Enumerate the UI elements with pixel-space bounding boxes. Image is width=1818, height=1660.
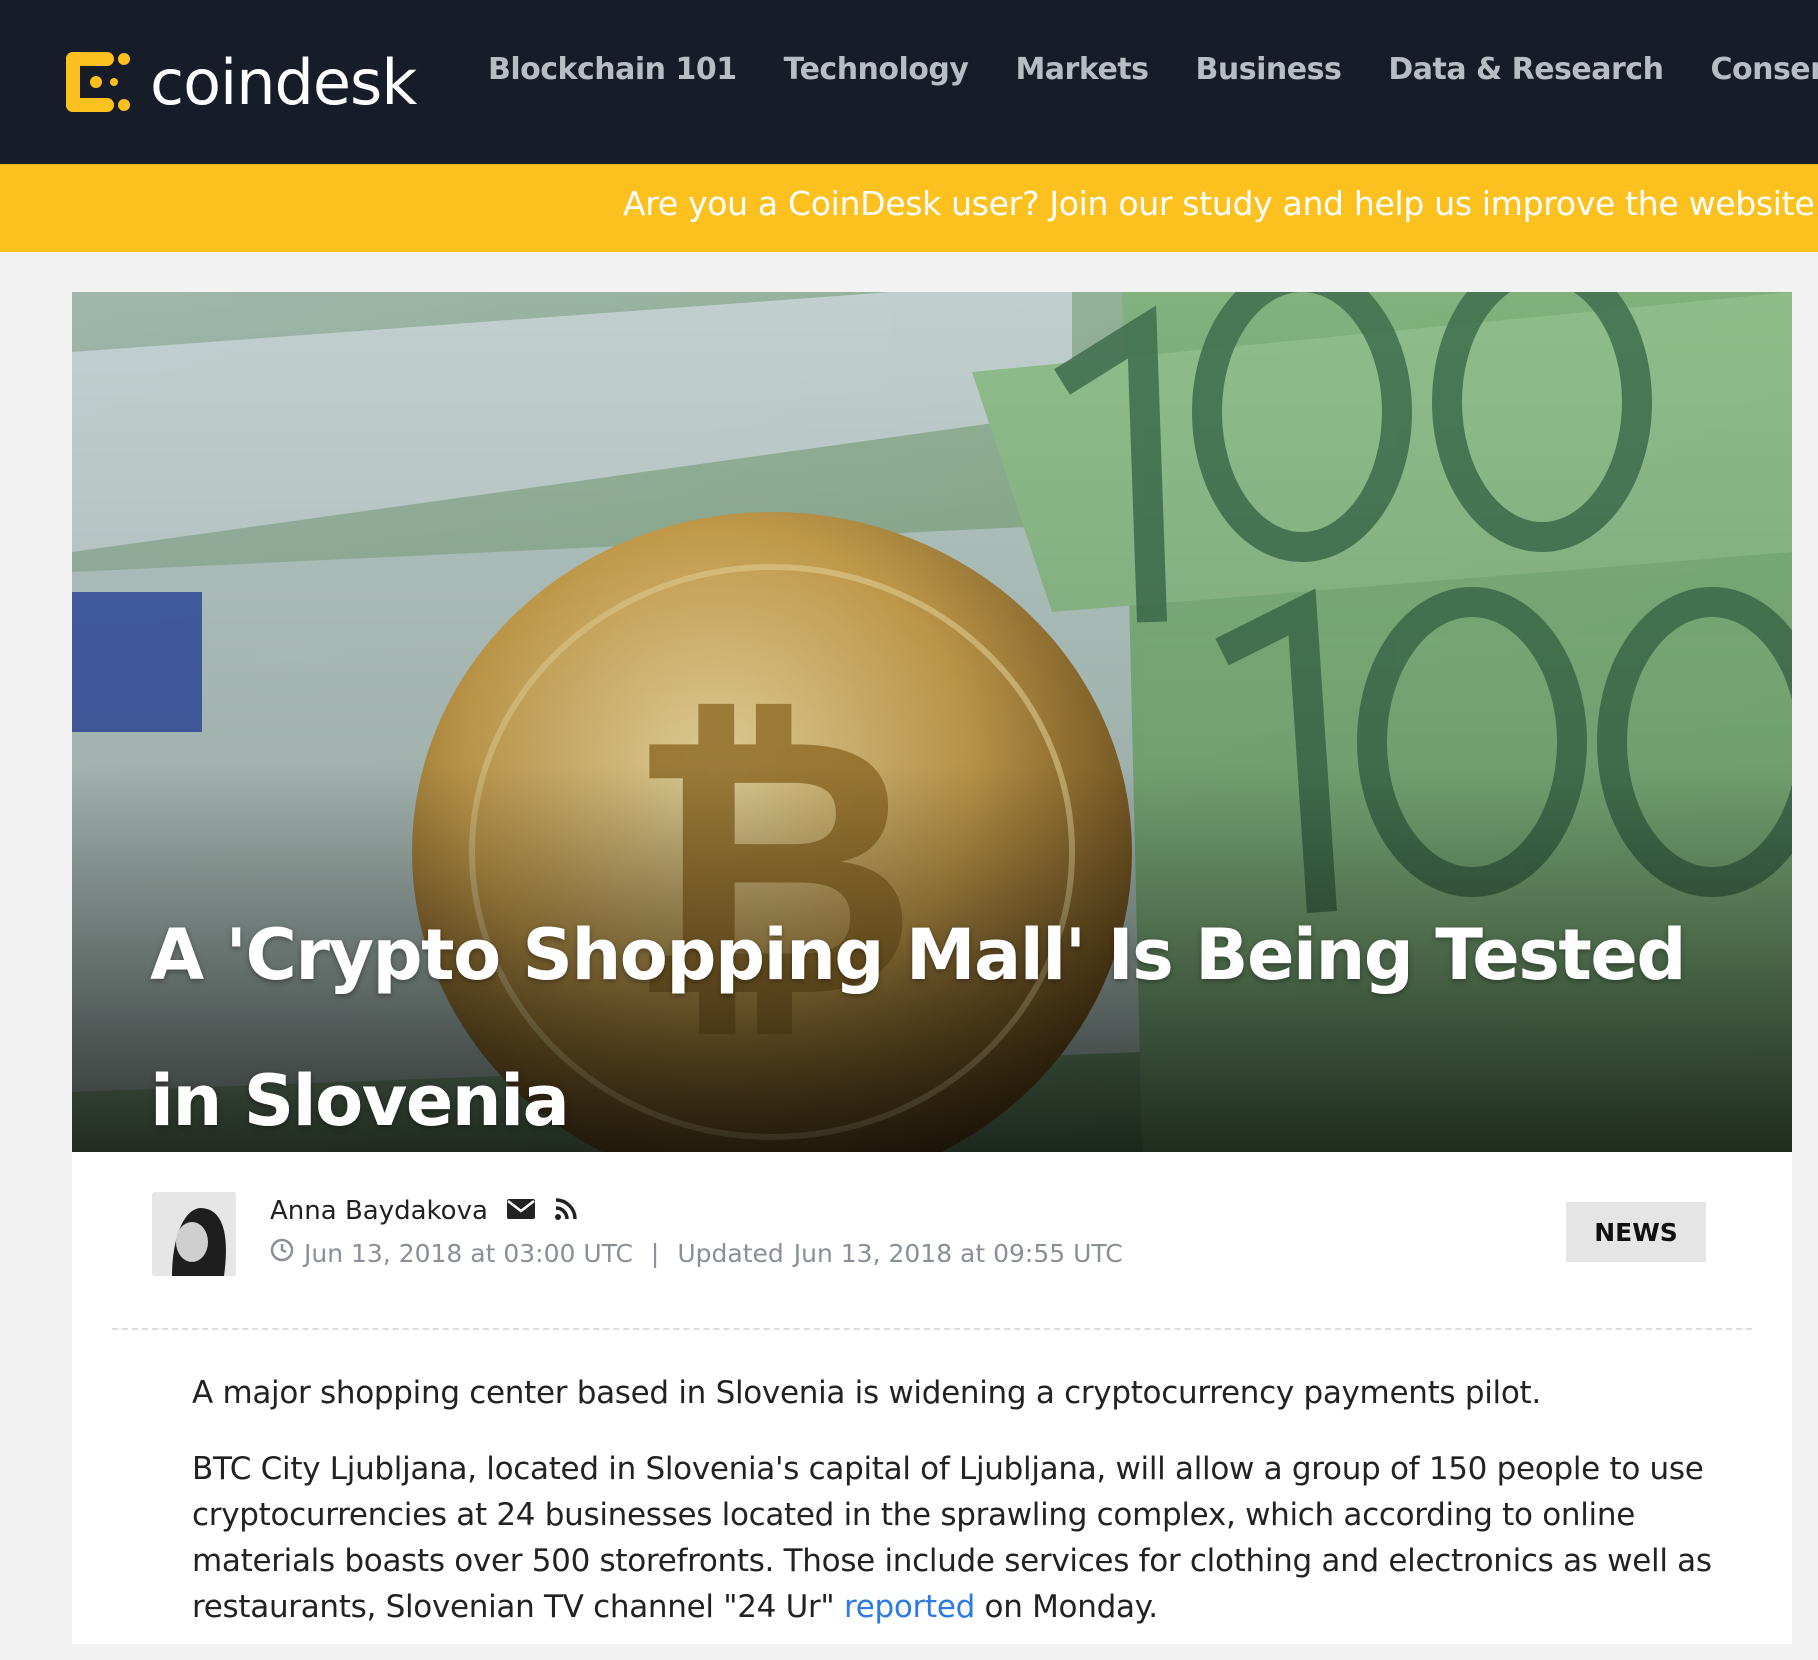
- byline-divider: [112, 1328, 1752, 1330]
- date-row: Jun 13, 2018 at 03:00 UTC | Updated Jun …: [270, 1238, 1123, 1268]
- coindesk-logo[interactable]: coindesk: [62, 42, 417, 122]
- author-avatar[interactable]: [152, 1192, 236, 1276]
- nav-consensus[interactable]: Consensus: [1710, 52, 1818, 87]
- main-nav: Blockchain 101 Technology Markets Busine…: [488, 52, 1818, 87]
- article-body: A major shopping center based in Sloveni…: [192, 1370, 1712, 1660]
- hero-image: ₿ A 'Crypto Shopping Mall' Is Being Test…: [72, 292, 1792, 1152]
- author-row: Anna Baydakova: [270, 1196, 578, 1226]
- reported-link[interactable]: reported: [844, 1589, 975, 1625]
- published-date: Jun 13, 2018 at 03:00 UTC: [304, 1238, 633, 1268]
- rss-icon[interactable]: [554, 1197, 578, 1226]
- clock-icon: [270, 1238, 294, 1268]
- envelope-icon[interactable]: [506, 1198, 536, 1225]
- nav-business[interactable]: Business: [1196, 52, 1342, 87]
- top-navigation: coindesk Blockchain 101 Technology Marke…: [0, 0, 1818, 164]
- updated-label: Updated: [677, 1238, 784, 1268]
- author-name[interactable]: Anna Baydakova: [270, 1196, 488, 1226]
- article-paragraph-1: A major shopping center based in Sloveni…: [192, 1375, 1541, 1411]
- logo-wordmark: coindesk: [150, 45, 417, 119]
- banner-text: Are you a CoinDesk user? Join our study …: [623, 184, 1818, 223]
- date-separator: |: [650, 1238, 660, 1268]
- updated-date: Jun 13, 2018 at 09:55 UTC: [793, 1238, 1123, 1268]
- user-study-banner[interactable]: Are you a CoinDesk user? Join our study …: [0, 164, 1818, 252]
- nav-data-research[interactable]: Data & Research: [1388, 52, 1664, 87]
- coindesk-logo-mark-icon: [62, 46, 130, 118]
- article-paragraph-2: BTC City Ljubljana, located in Slovenia'…: [192, 1446, 1712, 1630]
- nav-blockchain-101[interactable]: Blockchain 101: [488, 52, 737, 87]
- nav-markets[interactable]: Markets: [1015, 52, 1149, 87]
- paragraph-2-tail: on Monday.: [974, 1589, 1159, 1625]
- nav-technology[interactable]: Technology: [784, 52, 969, 87]
- article-title: A 'Crypto Shopping Mall' Is Being Tested…: [150, 914, 1686, 1142]
- article-card: ₿ A 'Crypto Shopping Mall' Is Being Test…: [72, 292, 1792, 1644]
- category-badge[interactable]: NEWS: [1566, 1202, 1706, 1262]
